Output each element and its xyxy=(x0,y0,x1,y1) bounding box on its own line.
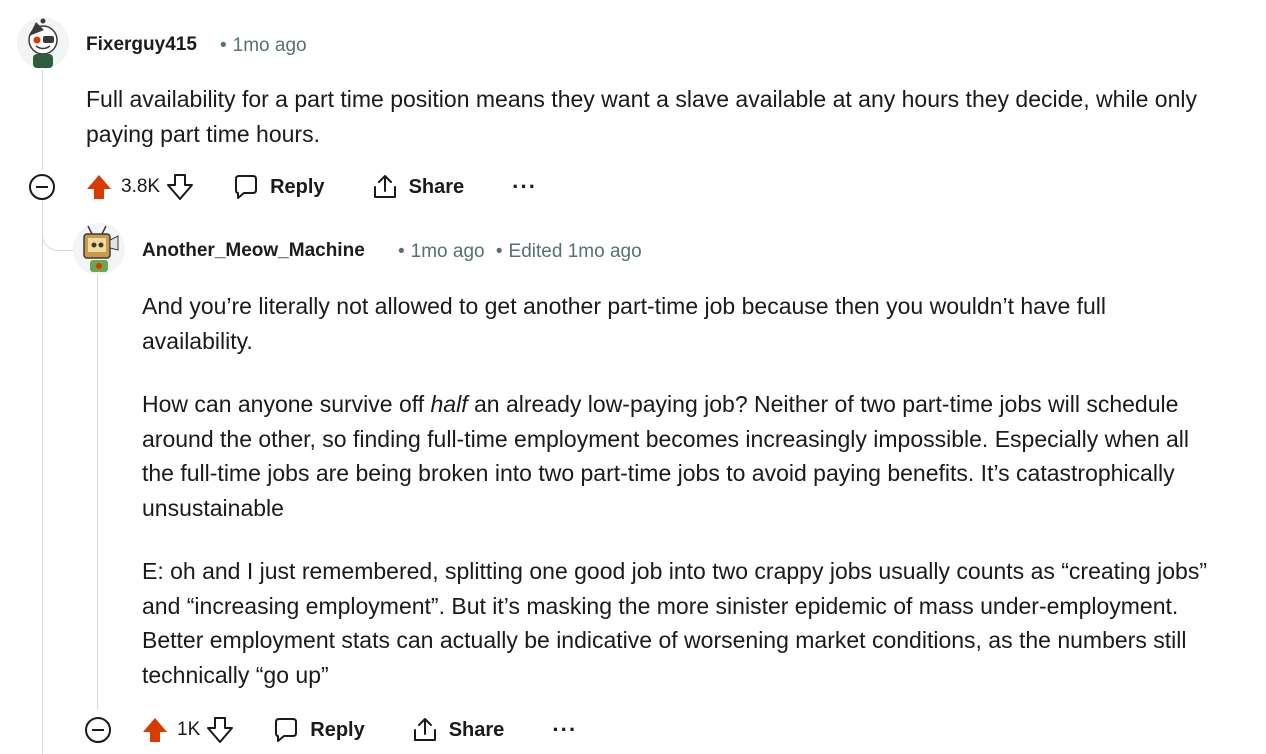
share-button[interactable]: Share xyxy=(411,716,505,744)
downvote-icon xyxy=(167,174,194,200)
meta-separator: • xyxy=(495,241,503,262)
comment-meta: • 1mo ago xyxy=(220,35,307,57)
upvote-icon xyxy=(143,718,167,742)
comment-actions: 3.8K Reply Share ··· xyxy=(29,165,537,209)
share-button[interactable]: Share xyxy=(371,173,465,201)
comment-paragraph: And you’re literally not allowed to get … xyxy=(142,293,1107,354)
meta-separator: • xyxy=(220,35,227,56)
downvote-icon xyxy=(207,717,234,743)
share-label: Share xyxy=(448,718,505,741)
comment-paragraph: E: oh and I just remembered, splitting o… xyxy=(142,558,1207,688)
downvote-button[interactable] xyxy=(166,173,194,201)
vote-score: 1K xyxy=(177,719,201,740)
vote-score: 3.8K xyxy=(121,176,161,197)
comment-paragraph: Full availability for a part time positi… xyxy=(86,86,1197,147)
thread-line xyxy=(97,272,98,710)
username[interactable]: Another_Meow_Machine xyxy=(142,240,365,262)
meta-separator: • xyxy=(398,241,405,262)
avatar-snoo-icon xyxy=(17,17,69,69)
reply-bubble-icon xyxy=(275,718,298,742)
thread-line xyxy=(42,202,43,754)
collapse-icon[interactable] xyxy=(85,717,111,743)
upvote-icon xyxy=(87,175,111,199)
share-icon xyxy=(373,175,396,198)
reply-label: Reply xyxy=(310,718,365,741)
comment-body: And you’re literally not allowed to get … xyxy=(142,289,1217,692)
more-dots-icon[interactable]: ··· xyxy=(512,174,537,200)
reply-label: Reply xyxy=(270,175,325,198)
comment-paragraph: How can anyone survive off half an alrea… xyxy=(142,391,1190,521)
thread-line xyxy=(42,70,43,170)
comment-actions: 1K Reply Share ··· xyxy=(85,708,577,752)
comment-body: Full availability for a part time positi… xyxy=(86,82,1236,151)
reply-button[interactable]: Reply xyxy=(272,716,365,744)
more-dots-icon[interactable]: ··· xyxy=(552,717,577,743)
reply-bubble-icon xyxy=(235,175,258,199)
upvote-button[interactable] xyxy=(141,716,169,744)
share-icon xyxy=(413,718,436,741)
upvote-button[interactable] xyxy=(85,173,113,201)
avatar[interactable] xyxy=(72,222,126,276)
edited-label: Edited 1mo ago xyxy=(508,241,642,262)
username[interactable]: Fixerguy415 xyxy=(86,34,197,56)
share-label: Share xyxy=(408,175,465,198)
avatar-snoo-icon xyxy=(73,223,125,275)
collapse-icon[interactable] xyxy=(29,174,55,200)
downvote-button[interactable] xyxy=(206,716,234,744)
avatar[interactable] xyxy=(16,16,70,70)
reply-button[interactable]: Reply xyxy=(232,173,325,201)
timestamp[interactable]: 1mo ago xyxy=(233,35,307,56)
timestamp[interactable]: 1mo ago xyxy=(411,241,485,262)
comment-meta: • 1mo ago • Edited 1mo ago xyxy=(398,241,642,263)
emphasis-text: half xyxy=(430,391,468,417)
